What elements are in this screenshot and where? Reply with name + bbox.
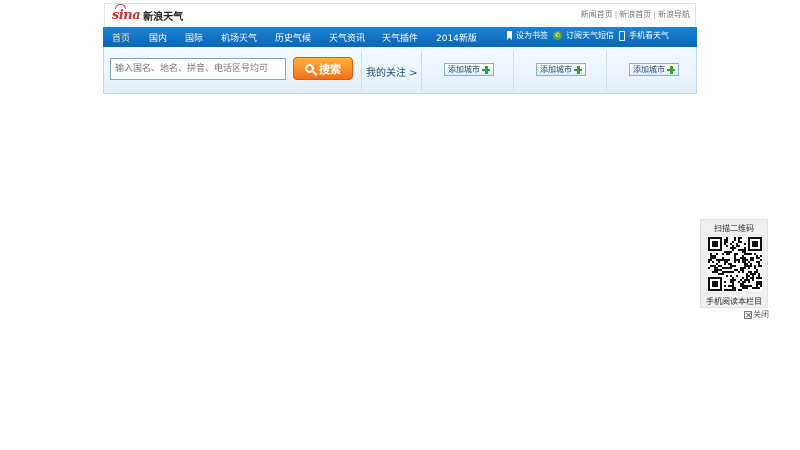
qr-close-button[interactable]: 关闭: [744, 309, 769, 320]
sina-logo: sina: [112, 3, 141, 23]
add-city-button[interactable]: 添加城市: [536, 63, 586, 76]
news-home-link[interactable]: 新闻首页: [581, 10, 613, 19]
sina-weather-logo[interactable]: sina 新浪天气: [112, 3, 184, 24]
nav-item-new-version[interactable]: 2014新版: [436, 31, 477, 44]
add-city-button[interactable]: 添加城市: [629, 63, 679, 76]
nav-item-home[interactable]: 首页: [112, 31, 130, 44]
top-links: 新闻首页 | 新浪首页 | 新浪导航: [580, 10, 690, 19]
city-search-input[interactable]: [110, 58, 286, 80]
main-nav: 首页 国内 国际 机场天气 历史气候 天气资讯 天气插件 2014新版 设为书签…: [103, 27, 697, 47]
qr-title: 扫描二维码: [714, 224, 754, 233]
qr-caption: 手机阅读本栏目: [706, 297, 762, 306]
divider: [513, 51, 514, 91]
divider: [361, 51, 362, 91]
qr-widget: 扫描二维码 手机阅读本栏目: [700, 219, 768, 308]
sms-icon: ✆: [553, 31, 562, 40]
my-follow-label[interactable]: 我的关注 >: [366, 64, 418, 79]
plus-icon: [667, 65, 675, 74]
sina-eye-icon: [115, 3, 126, 9]
search-button[interactable]: 搜索: [293, 57, 353, 80]
nav-item-climate-history[interactable]: 历史气候: [275, 31, 311, 44]
close-icon: [744, 310, 752, 319]
plus-icon: [574, 65, 582, 74]
bookmark-icon: [507, 31, 512, 40]
nav-item-domestic[interactable]: 国内: [149, 31, 167, 44]
sina-nav-link[interactable]: 新浪导航: [658, 10, 690, 19]
nav-item-weather-news[interactable]: 天气资讯: [329, 31, 365, 44]
nav-item-weather-plugin[interactable]: 天气插件: [382, 31, 418, 44]
mobile-weather-link[interactable]: 手机看天气: [619, 30, 669, 41]
sina-home-link[interactable]: 新浪首页: [619, 10, 651, 19]
phone-icon: [619, 30, 625, 41]
nav-item-airport[interactable]: 机场天气: [221, 31, 257, 44]
sms-subscribe-link[interactable]: ✆ 订阅天气短信: [553, 30, 614, 41]
divider: [606, 51, 607, 91]
qr-code-icon: [708, 237, 762, 291]
weather-logo-text: 新浪天气: [143, 11, 184, 23]
search-icon: [305, 64, 314, 73]
plus-icon: [482, 65, 490, 74]
search-follow-panel: 搜索 我的关注 > 添加城市 添加城市 添加城市: [103, 47, 697, 94]
top-bar: sina 新浪天气 新闻首页 | 新浪首页 | 新浪导航: [104, 3, 696, 26]
bookmark-link[interactable]: 设为书签: [507, 30, 548, 41]
nav-item-international[interactable]: 国际: [185, 31, 203, 44]
add-city-button[interactable]: 添加城市: [444, 63, 494, 76]
divider: [421, 51, 422, 91]
